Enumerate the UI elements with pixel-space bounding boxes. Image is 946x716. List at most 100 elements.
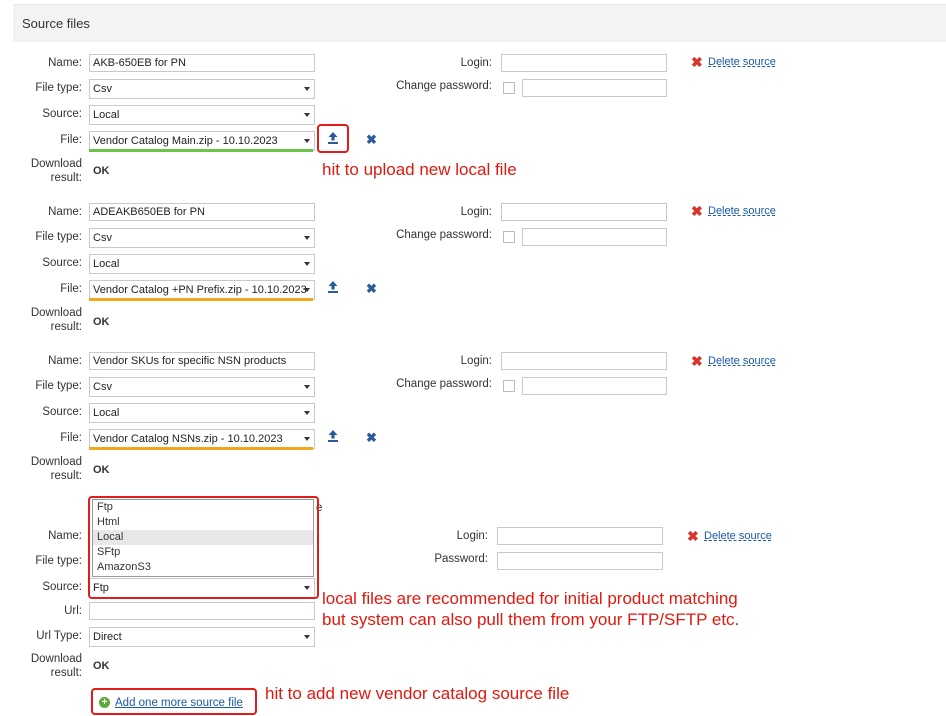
file-type-select[interactable]: Csv	[89, 377, 315, 397]
dropdown-option[interactable]: Ftp	[93, 500, 313, 515]
chevron-down-icon	[304, 385, 310, 389]
download-result-label: Download result:	[6, 306, 82, 334]
delete-icon[interactable]: ✖	[691, 354, 703, 368]
upload-icon[interactable]	[326, 429, 340, 446]
chevron-down-icon	[304, 87, 310, 91]
chevron-down-icon	[304, 411, 310, 415]
download-label-line2: result:	[50, 172, 82, 184]
add-source-annotation: hit to add new vendor catalog source fil…	[265, 684, 570, 703]
add-icon[interactable]: +	[99, 697, 110, 708]
remove-file-icon[interactable]: ✖	[366, 132, 377, 148]
file-label: File:	[60, 283, 82, 295]
download-result-label: Download result:	[6, 455, 82, 483]
login-label: Login:	[460, 206, 492, 218]
chevron-down-icon	[304, 139, 310, 143]
dropdown-option[interactable]: SFtp	[93, 545, 313, 560]
file-type-value: Csv	[93, 83, 112, 95]
source-name-input[interactable]: ADEAKB650EB for PN	[89, 203, 315, 221]
change-password-label: Change password:	[396, 229, 492, 241]
file-type-label: File type:	[35, 231, 82, 243]
file-select[interactable]: Vendor Catalog Main.zip - 10.10.2023	[89, 131, 315, 151]
file-select[interactable]: Vendor Catalog +PN Prefix.zip - 10.10.20…	[89, 280, 315, 300]
name-label: Name:	[48, 530, 82, 542]
chevron-down-icon	[304, 635, 310, 639]
dropdown-option[interactable]: Html	[93, 515, 313, 530]
add-source-link[interactable]: Add one more source file	[115, 697, 243, 709]
source-name-input[interactable]: Vendor SKUs for specific NSN products	[89, 352, 315, 370]
file-label: File:	[60, 432, 82, 444]
section-title: Source files	[22, 16, 90, 31]
download-label-line2: result:	[50, 667, 82, 679]
file-label: File:	[60, 134, 82, 146]
file-highlight-underline	[89, 149, 313, 152]
password-input[interactable]	[522, 377, 667, 395]
upload-annotation: hit to upload new local file	[322, 160, 517, 179]
local-files-annotation-line2: but system can also pull them from your …	[322, 610, 740, 629]
download-result-value: OK	[93, 316, 110, 328]
file-type-label: File type:	[35, 82, 82, 94]
download-label-line1: Download	[30, 653, 82, 665]
password-input[interactable]	[497, 552, 663, 570]
source-label: Source:	[42, 108, 82, 120]
url-type-value: Direct	[93, 631, 122, 643]
chevron-down-icon	[304, 288, 310, 292]
source-select[interactable]: Local	[89, 105, 315, 125]
login-input[interactable]	[501, 54, 667, 72]
file-type-value: Csv	[93, 381, 112, 393]
download-result-label: Download result:	[6, 157, 82, 185]
delete-source-link[interactable]: Delete source	[708, 355, 776, 367]
change-password-label: Change password:	[396, 378, 492, 390]
download-result-value: OK	[93, 165, 110, 177]
source-label: Source:	[42, 257, 82, 269]
file-value: Vendor Catalog NSNs.zip - 10.10.2023	[93, 433, 283, 445]
change-password-checkbox[interactable]	[503, 82, 515, 94]
source-label: Source:	[42, 581, 82, 593]
upload-icon[interactable]	[326, 131, 340, 148]
source-value: Local	[93, 407, 120, 419]
login-input[interactable]	[501, 203, 667, 221]
delete-source-link[interactable]: Delete source	[708, 205, 776, 217]
login-input[interactable]	[497, 527, 663, 545]
delete-source-link[interactable]: Delete source	[704, 530, 772, 542]
password-input[interactable]	[522, 228, 667, 246]
source-select[interactable]: Local	[89, 254, 315, 274]
download-result-value: OK	[93, 464, 110, 476]
source-name-input[interactable]: AKB-650EB for PN	[89, 54, 315, 72]
password-label: Password:	[434, 553, 488, 565]
url-input[interactable]	[89, 602, 315, 620]
name-label: Name:	[48, 57, 82, 69]
delete-source-link[interactable]: Delete source	[708, 56, 776, 68]
dropdown-option[interactable]: AmazonS3	[93, 560, 313, 575]
download-label-line2: result:	[50, 470, 82, 482]
download-label-line2: result:	[50, 321, 82, 333]
upload-icon[interactable]	[326, 280, 340, 297]
dropdown-option-highlighted[interactable]: Local	[93, 530, 313, 545]
delete-icon[interactable]: ✖	[687, 529, 699, 543]
url-label: Url:	[64, 605, 82, 617]
source-label: Source:	[42, 406, 82, 418]
local-files-annotation-line1: local files are recommended for initial …	[322, 589, 738, 608]
name-label: Name:	[48, 355, 82, 367]
download-label-line1: Download	[30, 158, 82, 170]
remove-file-icon[interactable]: ✖	[366, 281, 377, 297]
source-select[interactable]: Local	[89, 403, 315, 423]
file-value: Vendor Catalog +PN Prefix.zip - 10.10.20…	[93, 284, 307, 296]
login-input[interactable]	[501, 352, 667, 370]
file-type-select[interactable]: Csv	[89, 79, 315, 99]
chevron-down-icon	[304, 236, 310, 240]
source-value: Local	[93, 109, 120, 121]
remove-file-icon[interactable]: ✖	[366, 430, 377, 446]
download-result-value: OK	[93, 660, 110, 672]
file-select[interactable]: Vendor Catalog NSNs.zip - 10.10.2023	[89, 429, 315, 449]
delete-icon[interactable]: ✖	[691, 204, 703, 218]
url-type-label: Url Type:	[36, 630, 82, 642]
url-type-select[interactable]: Direct	[89, 627, 315, 647]
download-result-label: Download result:	[6, 652, 82, 680]
password-input[interactable]	[522, 79, 667, 97]
file-type-select[interactable]: Csv	[89, 228, 315, 248]
download-label-line1: Download	[30, 307, 82, 319]
change-password-checkbox[interactable]	[503, 380, 515, 392]
delete-icon[interactable]: ✖	[691, 55, 703, 69]
download-label-line1: Download	[30, 456, 82, 468]
change-password-checkbox[interactable]	[503, 231, 515, 243]
